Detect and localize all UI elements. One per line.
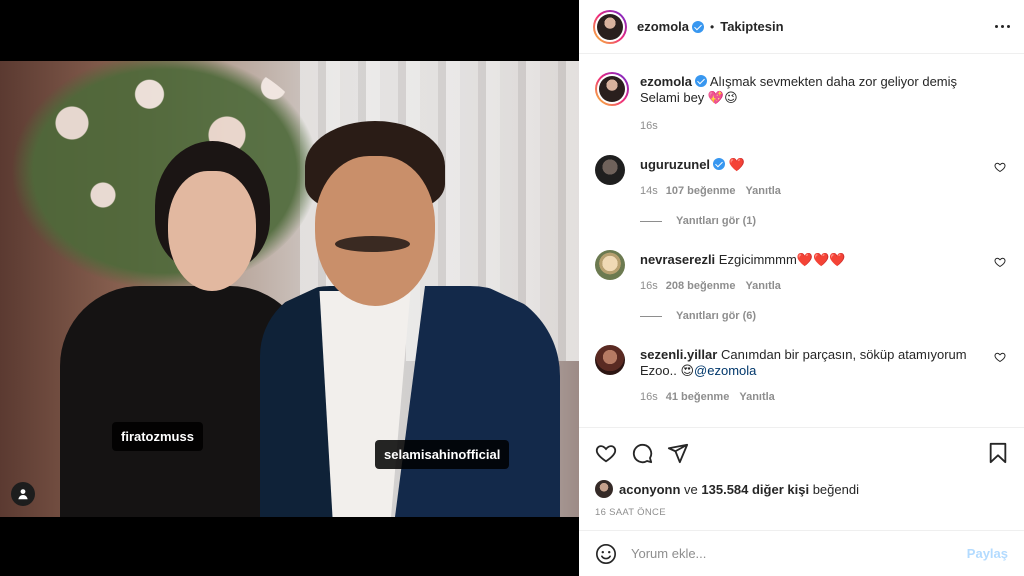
author-username[interactable]: ezomola bbox=[637, 19, 689, 34]
comment-icon[interactable] bbox=[631, 442, 653, 464]
post-actions: aconyonn ve 135.584 diğer kişi beğendi 1… bbox=[579, 427, 1024, 530]
verified-badge-icon bbox=[695, 75, 708, 87]
post-timestamp: 16 SAAT ÖNCE bbox=[595, 507, 666, 518]
comment-meta: 16s 41 beğenme Yanıtla bbox=[640, 391, 775, 403]
separator-dot: • bbox=[710, 19, 715, 34]
comment-composer: Paylaş bbox=[579, 530, 1024, 576]
liker-avatar[interactable] bbox=[595, 480, 613, 498]
view-replies-button[interactable]: Yanıtları gör (1) bbox=[640, 215, 756, 227]
caption-time: 16s bbox=[640, 120, 658, 132]
comment-avatar[interactable] bbox=[595, 250, 625, 280]
more-options-icon[interactable] bbox=[992, 16, 1012, 36]
user-tag-icon bbox=[18, 489, 28, 500]
view-replies-button[interactable]: Yanıtları gör (6) bbox=[640, 310, 756, 322]
caption-username[interactable]: ezomola bbox=[640, 74, 692, 89]
comment-time: 16s bbox=[640, 280, 658, 292]
follow-status-button[interactable]: Takiptesin bbox=[720, 19, 783, 34]
comment-username[interactable]: sezenli.yillar bbox=[640, 347, 717, 362]
likes-connector: ve bbox=[684, 481, 698, 497]
bookmark-icon[interactable] bbox=[988, 442, 1008, 464]
comment-like-count[interactable]: 107 beğenme bbox=[666, 185, 736, 197]
reply-button[interactable]: Yanıtla bbox=[745, 280, 780, 292]
comment-text: Ezgicimmmm❤️❤️❤️ bbox=[718, 252, 846, 267]
comment-text: ❤️ bbox=[728, 157, 745, 172]
post-details-panel: ezomola • Takiptesin ezomola Alışmak sev… bbox=[579, 0, 1024, 576]
photo-person-left-face bbox=[168, 171, 256, 291]
heart-icon[interactable] bbox=[994, 351, 1006, 363]
user-tag-button[interactable] bbox=[11, 482, 35, 506]
likes-suffix: beğendi bbox=[812, 481, 859, 497]
photo-tag-firatozmuss[interactable]: firatozmuss bbox=[112, 422, 203, 451]
comments-list: ezomola Alışmak sevmekten daha zor geliy… bbox=[579, 55, 1024, 427]
action-icons bbox=[595, 442, 689, 464]
share-icon[interactable] bbox=[667, 442, 689, 464]
comment-mention-link[interactable]: @ezomola bbox=[694, 363, 756, 378]
comment-username[interactable]: nevraserezli bbox=[640, 252, 715, 267]
comment-meta: 16s 208 beğenme Yanıtla bbox=[640, 280, 781, 292]
reply-button[interactable]: Yanıtla bbox=[739, 391, 774, 403]
comment-time: 14s bbox=[640, 185, 658, 197]
likes-summary: aconyonn ve 135.584 diğer kişi beğendi bbox=[595, 480, 859, 498]
caption-avatar-ring[interactable] bbox=[595, 72, 629, 106]
comment-time: 16s bbox=[640, 391, 658, 403]
comment-avatar[interactable] bbox=[595, 345, 625, 375]
comment-like-count[interactable]: 41 beğenme bbox=[666, 391, 730, 403]
photo-person-right-mustache bbox=[335, 236, 410, 252]
caption-avatar bbox=[599, 76, 625, 102]
photo-tag-selamisahinofficial[interactable]: selamisahinofficial bbox=[375, 440, 510, 469]
heart-icon[interactable] bbox=[994, 161, 1006, 173]
photo-person-right-face bbox=[315, 156, 435, 306]
post-comment-button[interactable]: Paylaş bbox=[967, 546, 1008, 561]
emoji-icon[interactable] bbox=[595, 543, 617, 565]
comment-like-count[interactable]: 208 beğenme bbox=[666, 280, 736, 292]
verified-badge-icon bbox=[692, 20, 705, 33]
liker-username[interactable]: aconyonn bbox=[619, 482, 680, 497]
comment-input[interactable] bbox=[631, 546, 967, 561]
reply-button[interactable]: Yanıtla bbox=[745, 185, 780, 197]
post-header: ezomola • Takiptesin bbox=[579, 0, 1024, 54]
author-avatar-ring[interactable] bbox=[593, 9, 627, 44]
heart-icon[interactable] bbox=[595, 442, 617, 464]
instagram-post-modal: firatozmuss selamisahinofficial ezomola … bbox=[0, 0, 1024, 576]
likes-count-link[interactable]: 135.584 diğer kişi bbox=[701, 482, 809, 497]
comment-avatar[interactable] bbox=[595, 155, 625, 185]
post-media-area: firatozmuss selamisahinofficial bbox=[0, 0, 579, 576]
author-avatar bbox=[597, 13, 623, 40]
verified-badge-icon bbox=[713, 158, 726, 170]
comment-username[interactable]: uguruzunel bbox=[640, 157, 710, 172]
heart-icon[interactable] bbox=[994, 256, 1006, 268]
comment-meta: 14s 107 beğenme Yanıtla bbox=[640, 185, 781, 197]
